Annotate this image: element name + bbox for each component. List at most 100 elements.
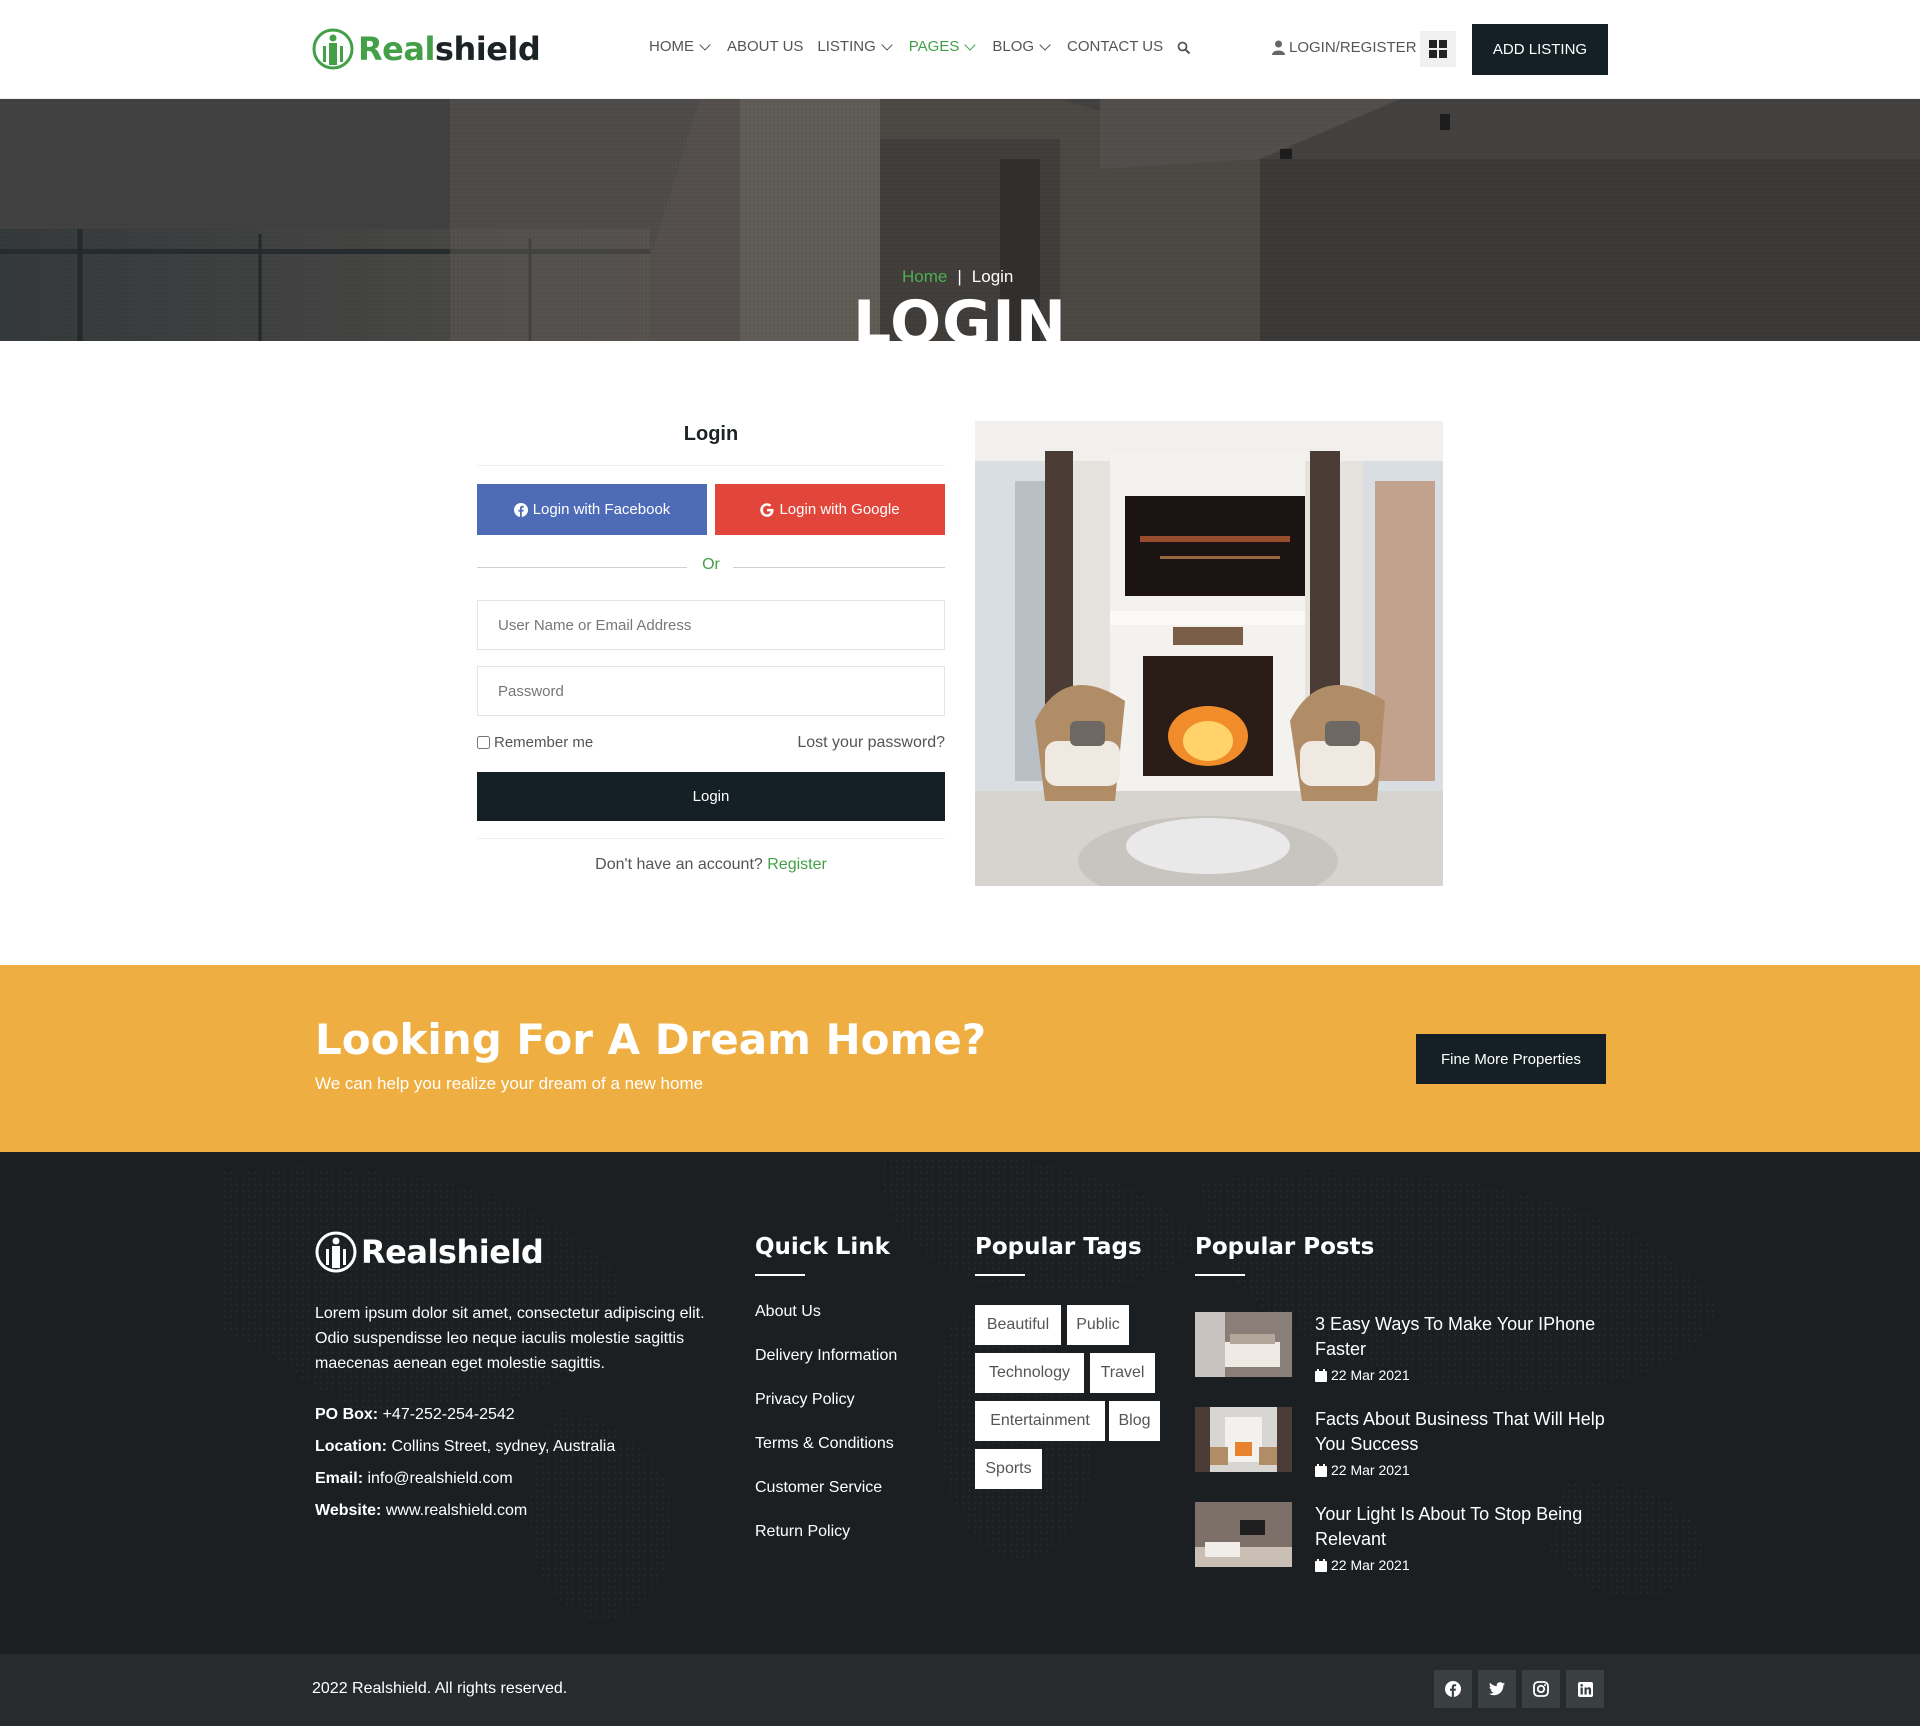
linkedin-icon <box>1577 1681 1593 1697</box>
divider <box>477 838 945 839</box>
post-thumbnail[interactable] <box>1195 1312 1292 1377</box>
copyright-text: 2022 Realshield. All rights reserved. <box>312 1680 568 1697</box>
footer-logo-text: Realshield <box>361 1233 544 1271</box>
dream-home-cta: Looking For A Dream Home? We can help yo… <box>0 965 1920 1152</box>
nav-home[interactable]: HOME <box>649 38 713 55</box>
login-with-google-button[interactable]: Login with Google <box>715 484 945 535</box>
world-map-background <box>220 1155 1720 1620</box>
logo-text: Realshield <box>358 30 541 68</box>
tag-entertainment[interactable]: Entertainment <box>975 1401 1105 1441</box>
linkedin-link[interactable] <box>1566 1670 1604 1708</box>
post-thumbnail[interactable] <box>1195 1502 1292 1567</box>
footer-bottom-bar: 2022 Realshield. All rights reserved. <box>0 1654 1920 1726</box>
lost-password-link[interactable]: Lost your password? <box>700 734 945 752</box>
remember-me[interactable]: Remember me <box>477 734 593 751</box>
title-underline <box>975 1274 1025 1276</box>
post-date: 22 Mar 2021 <box>1315 1367 1410 1383</box>
title-underline <box>755 1274 805 1276</box>
facebook-icon <box>513 502 528 517</box>
instagram-icon <box>1533 1681 1549 1697</box>
find-more-properties-button[interactable]: Fine More Properties <box>1416 1034 1606 1084</box>
breadcrumb: Home | Login <box>902 267 1013 287</box>
page-banner: Home | Login LOGIN <box>0 99 1920 341</box>
quick-link-customer-service[interactable]: Customer Service <box>755 1479 882 1496</box>
footer-about-text: Lorem ipsum dolor sit amet, consectetur … <box>315 1305 705 1372</box>
title-underline <box>1195 1274 1245 1276</box>
facebook-link[interactable] <box>1434 1670 1472 1708</box>
contact-website: Website: www.realshield.com <box>315 1502 528 1519</box>
quick-link-delivery-information[interactable]: Delivery Information <box>755 1347 897 1364</box>
footer-contact-info: PO Box: +47-252-254-2542 Location: Colli… <box>315 1399 615 1527</box>
login-with-facebook-button[interactable]: Login with Facebook <box>477 484 707 535</box>
username-email-input[interactable] <box>477 600 945 650</box>
logo-icon <box>315 1231 357 1273</box>
or-divider: Or <box>477 556 945 576</box>
post-title[interactable]: 3 Easy Ways To Make Your IPhone Faster <box>1315 1312 1615 1362</box>
register-link[interactable]: Register <box>767 856 827 873</box>
quick-links-list: About Us Delivery Information Privacy Po… <box>755 1303 897 1567</box>
calendar-icon <box>1315 1463 1327 1477</box>
main-nav: HOME ABOUT US LISTING PAGES BLOG CONTACT… <box>649 38 1191 55</box>
contact-location: Location: Collins Street, sydney, Austra… <box>315 1438 616 1455</box>
post-date: 22 Mar 2021 <box>1315 1557 1410 1573</box>
nav-blog[interactable]: BLOG <box>992 38 1053 55</box>
quick-link-return-policy[interactable]: Return Policy <box>755 1523 850 1540</box>
add-listing-button[interactable]: ADD LISTING <box>1472 24 1608 75</box>
twitter-icon <box>1489 1682 1505 1696</box>
tag-beautiful[interactable]: Beautiful <box>975 1305 1061 1345</box>
user-icon <box>1272 40 1285 55</box>
popular-posts-title: Popular Posts <box>1195 1234 1375 1260</box>
calendar-icon <box>1315 1368 1327 1382</box>
chevron-down-icon <box>964 38 977 51</box>
remember-me-checkbox[interactable] <box>477 736 490 749</box>
cta-subtitle: We can help you realize your dream of a … <box>315 1074 704 1093</box>
google-icon <box>760 502 774 517</box>
chevron-down-icon <box>699 38 711 51</box>
post-date: 22 Mar 2021 <box>1315 1462 1410 1478</box>
search-icon <box>1177 41 1191 54</box>
quick-link-title: Quick Link <box>755 1234 890 1260</box>
quick-link-terms-conditions[interactable]: Terms & Conditions <box>755 1435 894 1452</box>
calendar-icon <box>1315 1558 1327 1572</box>
post-title[interactable]: Your Light Is About To Stop Being Releva… <box>1315 1502 1615 1552</box>
login-heading: Login <box>683 423 739 445</box>
breadcrumb-current: Login <box>971 267 1014 286</box>
nav-pages[interactable]: PAGES <box>909 38 979 55</box>
tag-sports[interactable]: Sports <box>975 1449 1042 1489</box>
post-title[interactable]: Facts About Business That Will Help You … <box>1315 1407 1615 1457</box>
breadcrumb-separator: | <box>957 267 962 286</box>
search-button[interactable] <box>1177 38 1191 55</box>
tag-technology[interactable]: Technology <box>975 1353 1084 1393</box>
contact-email: Email: info@realshield.com <box>315 1470 513 1487</box>
facebook-icon <box>1445 1681 1461 1697</box>
register-prompt: Don't have an account? Register <box>595 856 827 873</box>
logo-icon <box>312 28 354 70</box>
tag-public[interactable]: Public <box>1067 1305 1129 1345</box>
post-thumbnail[interactable] <box>1195 1407 1292 1472</box>
popular-tags-title: Popular Tags <box>975 1234 1142 1260</box>
page-title: LOGIN <box>853 288 1067 341</box>
site-header: Realshield HOME ABOUT US LISTING PAGES B… <box>0 0 1920 99</box>
nav-listing[interactable]: LISTING <box>817 38 894 55</box>
breadcrumb-home-link[interactable]: Home <box>902 267 947 287</box>
grid-icon <box>1429 40 1447 58</box>
quick-link-about-us[interactable]: About Us <box>755 1303 821 1320</box>
chevron-down-icon <box>1039 38 1051 51</box>
password-input[interactable] <box>477 666 945 716</box>
login-register-link[interactable]: LOGIN/REGISTER <box>1272 39 1417 56</box>
site-footer: Realshield Lorem ipsum dolor sit amet, c… <box>0 1152 1920 1654</box>
cta-title: Looking For A Dream Home? <box>315 1015 987 1064</box>
nav-contact-us[interactable]: CONTACT US <box>1067 38 1163 55</box>
grid-menu-button[interactable] <box>1420 31 1456 67</box>
quick-link-privacy-policy[interactable]: Privacy Policy <box>755 1391 855 1408</box>
tag-blog[interactable]: Blog <box>1109 1401 1160 1441</box>
nav-about-us[interactable]: ABOUT US <box>727 38 803 55</box>
twitter-link[interactable] <box>1478 1670 1516 1708</box>
tag-travel[interactable]: Travel <box>1090 1353 1155 1393</box>
site-logo[interactable]: Realshield <box>312 26 541 72</box>
login-submit-button[interactable]: Login <box>477 772 945 821</box>
instagram-link[interactable] <box>1522 1670 1560 1708</box>
footer-logo[interactable]: Realshield <box>315 1231 544 1273</box>
contact-po-box: PO Box: +47-252-254-2542 <box>315 1406 515 1423</box>
chevron-down-icon <box>881 38 893 51</box>
